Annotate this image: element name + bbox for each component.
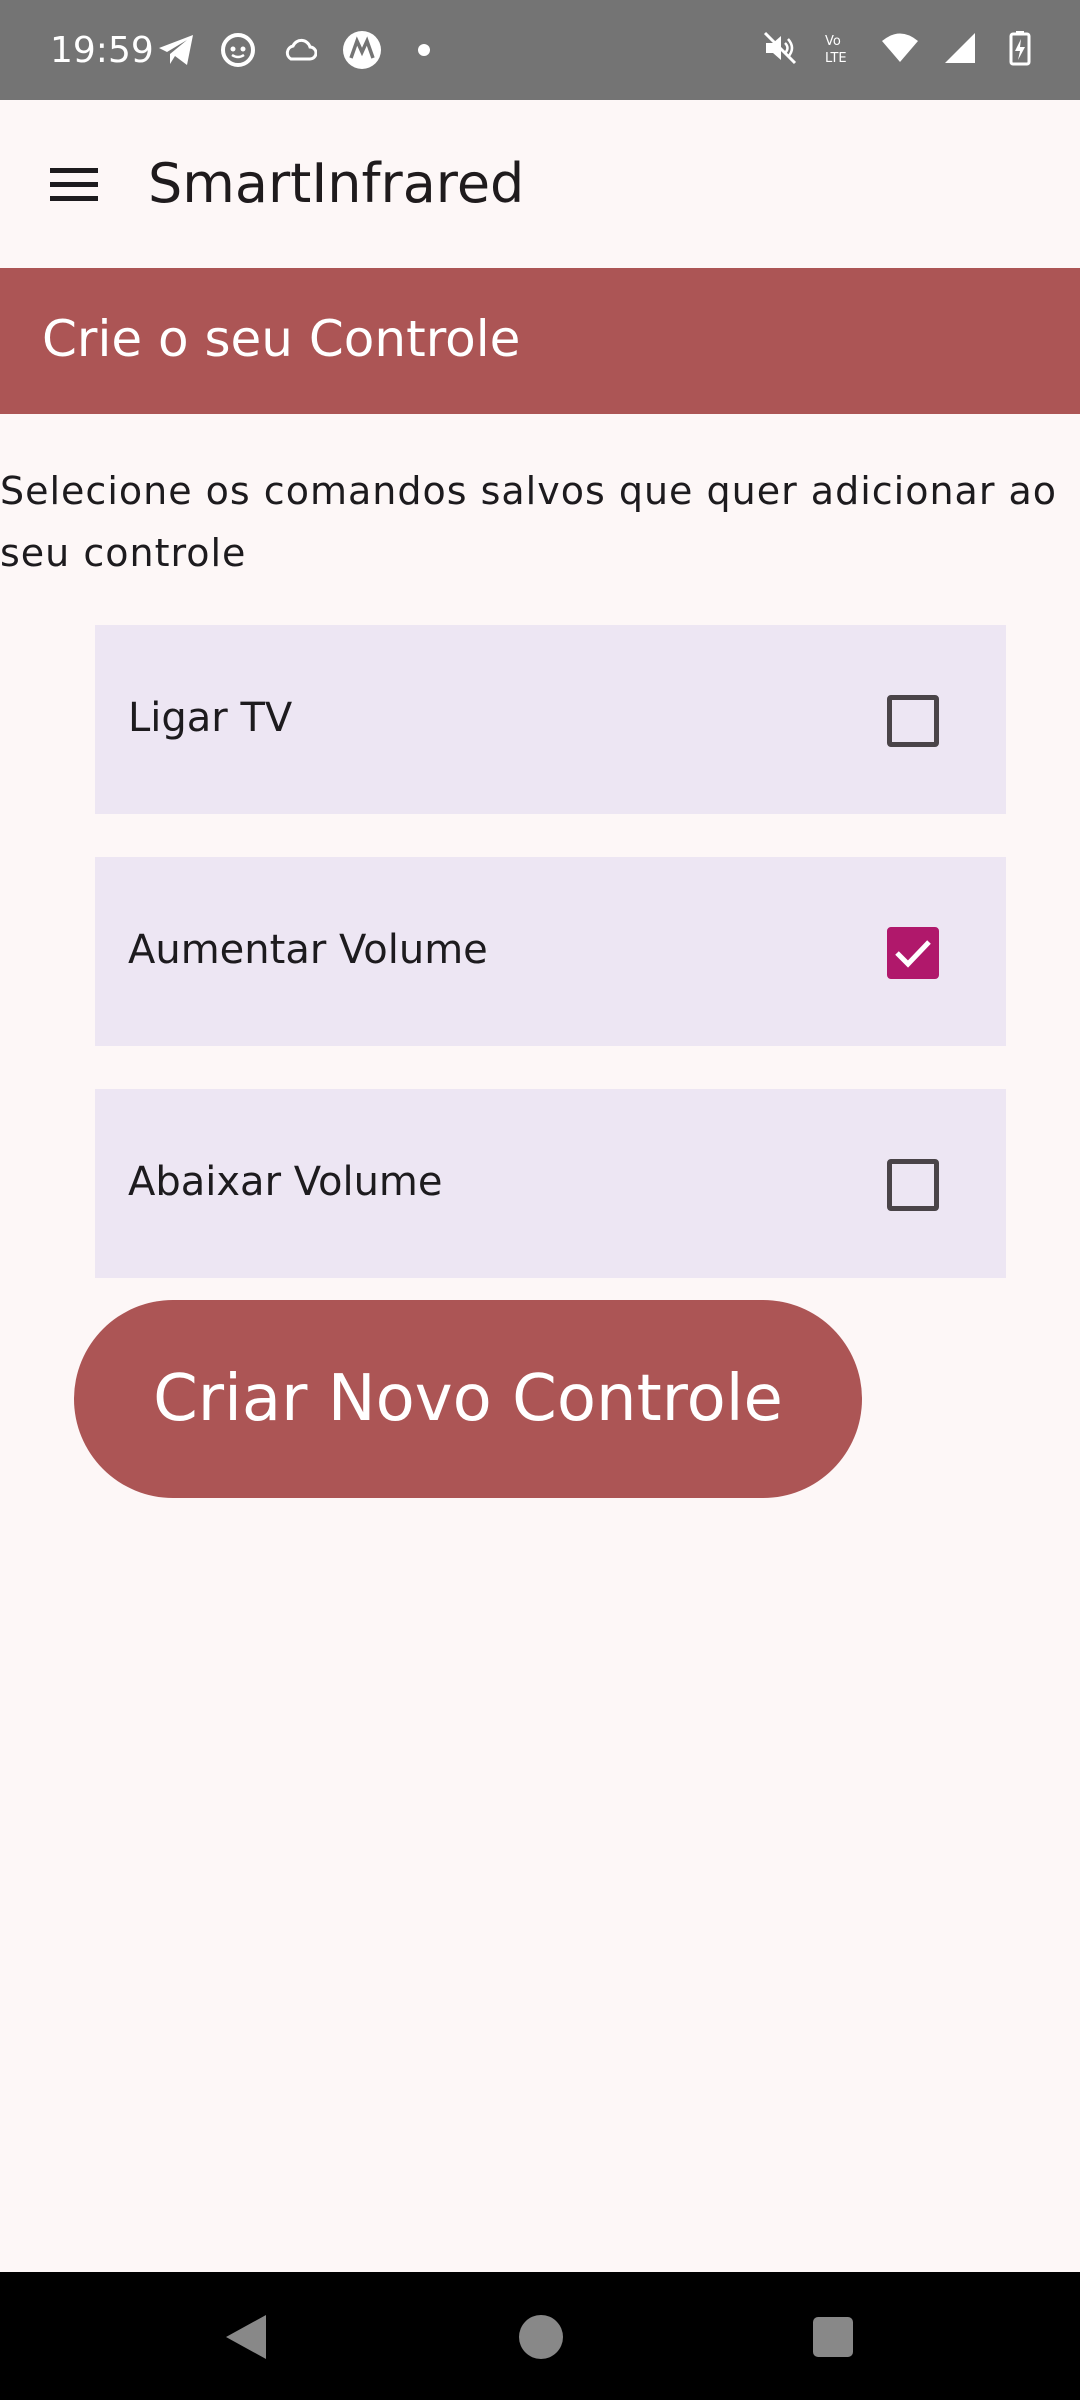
- command-list: Ligar TV Aumentar Volume Abaixar Volume: [95, 625, 1006, 1321]
- wifi-icon: [880, 28, 920, 68]
- svg-text:LTE: LTE: [825, 51, 847, 66]
- reddit-icon: [218, 30, 258, 70]
- check-icon: [895, 940, 931, 968]
- section-header-title: Crie o seu Controle: [42, 310, 521, 368]
- back-icon[interactable]: [210, 2302, 280, 2372]
- home-icon[interactable]: [506, 2302, 576, 2372]
- command-checkbox[interactable]: [887, 1159, 939, 1211]
- command-label: Abaixar Volume: [128, 1159, 443, 1205]
- telegram-icon: [156, 30, 196, 70]
- status-bar: 19:59 Vo LTE: [0, 0, 1080, 100]
- navigation-bar: [0, 2272, 1080, 2400]
- svg-text:Vo: Vo: [825, 34, 841, 49]
- signal-icon: [940, 28, 980, 68]
- app-bar: SmartInfrared: [0, 100, 1080, 268]
- command-checkbox[interactable]: [887, 927, 939, 979]
- create-control-button[interactable]: Criar Novo Controle: [74, 1300, 862, 1498]
- instructions-text: Selecione os comandos salvos que quer ad…: [0, 469, 1058, 575]
- command-label: Ligar TV: [128, 695, 293, 741]
- section-header: Crie o seu Controle: [0, 268, 1080, 414]
- command-checkbox[interactable]: [887, 695, 939, 747]
- command-item-abaixar-volume[interactable]: Abaixar Volume: [95, 1089, 1006, 1278]
- command-item-ligar-tv[interactable]: Ligar TV: [95, 625, 1006, 814]
- cloud-icon: [280, 30, 320, 70]
- mute-icon: [760, 28, 800, 68]
- status-time: 19:59: [50, 30, 154, 71]
- volte-icon: Vo LTE: [820, 28, 860, 68]
- system-status-icons: Vo LTE: [760, 28, 1040, 68]
- command-label: Aumentar Volume: [128, 927, 488, 973]
- command-item-aumentar-volume[interactable]: Aumentar Volume: [95, 857, 1006, 1046]
- recents-icon[interactable]: [798, 2302, 868, 2372]
- dot-icon: [404, 30, 444, 70]
- battery-charging-icon: [1000, 28, 1040, 68]
- app-title: SmartInfrared: [148, 152, 525, 215]
- motorola-icon: [342, 30, 382, 70]
- menu-icon[interactable]: [44, 154, 104, 214]
- notification-icons: [156, 30, 444, 70]
